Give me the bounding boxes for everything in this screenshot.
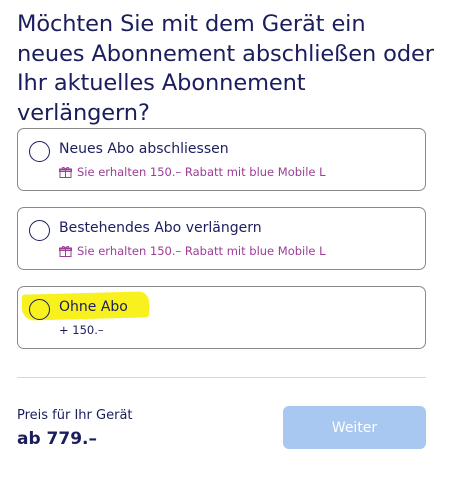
option-price-surcharge: + 150.– [59, 323, 104, 337]
option-promo: Sie erhalten 150.– Rabatt mit blue Mobil… [59, 244, 326, 258]
surcharge-text: + 150.– [59, 323, 104, 337]
promo-text: Sie erhalten 150.– Rabatt mit blue Mobil… [77, 244, 326, 258]
option-new-subscription[interactable]: Neues Abo abschliessen Sie erhalten 150.… [17, 128, 426, 191]
option-promo: Sie erhalten 150.– Rabatt mit blue Mobil… [59, 165, 326, 179]
question-title: Möchten Sie mit dem Gerät ein neues Abon… [17, 11, 434, 126]
gift-icon [59, 167, 72, 178]
price-value: ab 779.– [17, 429, 98, 449]
radio-button[interactable] [29, 141, 50, 162]
option-label: Bestehendes Abo verlängern [59, 220, 262, 236]
radio-button[interactable] [29, 220, 50, 241]
price-label: Preis für Ihr Gerät [17, 408, 133, 423]
continue-button[interactable]: Weiter [283, 406, 426, 449]
option-no-subscription[interactable]: Ohne Abo + 150.– [17, 286, 426, 349]
divider [17, 377, 426, 378]
option-extend-subscription[interactable]: Bestehendes Abo verlängern Sie erhalten … [17, 207, 426, 270]
radio-button[interactable] [29, 299, 50, 320]
option-label: Ohne Abo [59, 299, 128, 315]
gift-icon [59, 246, 72, 257]
option-label: Neues Abo abschliessen [59, 141, 229, 157]
promo-text: Sie erhalten 150.– Rabatt mit blue Mobil… [77, 165, 326, 179]
